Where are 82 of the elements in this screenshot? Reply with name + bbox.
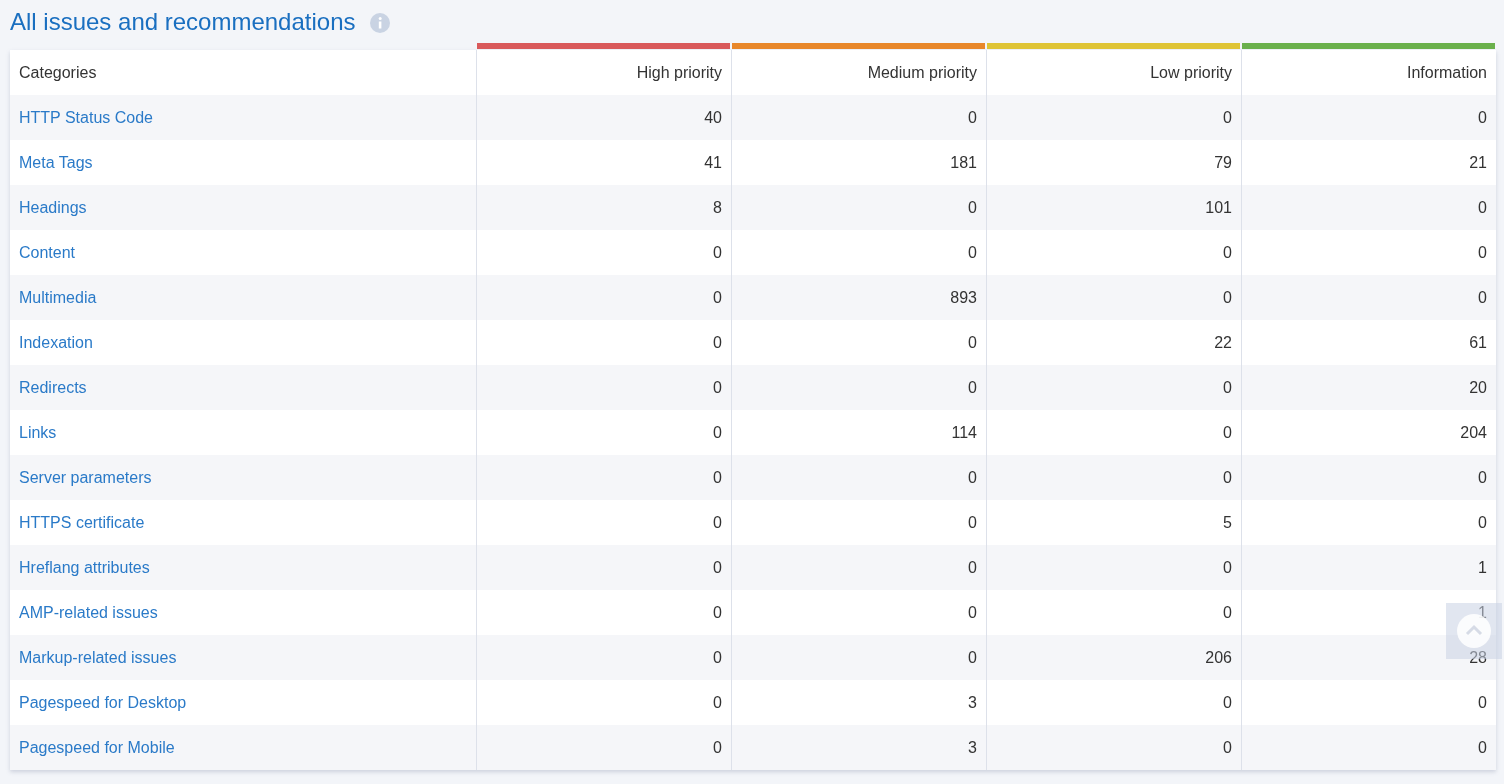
table-cell: 0: [1478, 738, 1487, 757]
table-cell: 0: [1478, 243, 1487, 262]
table-cell: 0: [968, 108, 977, 127]
table-cell: 0: [968, 243, 977, 262]
table-cell: 0: [1223, 243, 1232, 262]
table-cell: 0: [1223, 423, 1232, 442]
table-cell: 0: [1223, 288, 1232, 307]
table-cell: 0: [713, 738, 722, 757]
category-link[interactable]: Indexation: [19, 333, 93, 352]
info-icon[interactable]: [369, 12, 390, 33]
table-cell: 28: [1469, 648, 1487, 667]
table-cell: 0: [1223, 108, 1232, 127]
table-cell: 0: [1478, 468, 1487, 487]
category-link[interactable]: Headings: [19, 198, 87, 217]
table-cell: 0: [968, 468, 977, 487]
table-cell: 0: [713, 333, 722, 352]
table-cell: 0: [713, 513, 722, 532]
table-cell: 41: [704, 153, 722, 172]
table-cell: 0: [1223, 738, 1232, 757]
table-cell: 40: [704, 108, 722, 127]
table-cell: 0: [713, 693, 722, 712]
table-cell: 79: [1214, 153, 1232, 172]
table-cell: 0: [968, 603, 977, 622]
category-link[interactable]: HTTP Status Code: [19, 108, 153, 127]
table-cell: 0: [968, 513, 977, 532]
table-cell: 0: [713, 468, 722, 487]
category-link[interactable]: Meta Tags: [19, 153, 93, 172]
table-cell: 206: [1205, 648, 1232, 667]
table-cell: 1: [1478, 603, 1487, 622]
category-link[interactable]: Multimedia: [19, 288, 97, 307]
table-cell: 0: [1223, 603, 1232, 622]
column-header: Low priority: [1150, 63, 1232, 82]
table-cell: 0: [713, 603, 722, 622]
table-cell: 0: [968, 198, 977, 217]
table-cell: 0: [1223, 693, 1232, 712]
table-cell: 0: [713, 423, 722, 442]
table-cell: 0: [713, 243, 722, 262]
table-cell: 21: [1469, 153, 1487, 172]
table-cell: 3: [968, 693, 977, 712]
table-cell: 0: [713, 558, 722, 577]
table-cell: 0: [1478, 198, 1487, 217]
table-cell: 0: [713, 288, 722, 307]
table-cell: 1: [1478, 558, 1487, 577]
table-cell: 61: [1469, 333, 1487, 352]
table-cell: 3: [968, 738, 977, 757]
section-title: All issues and recommendations: [10, 7, 356, 36]
category-link[interactable]: Links: [19, 423, 57, 442]
table-cell: 181: [950, 153, 977, 172]
table-cell: 0: [1223, 378, 1232, 397]
category-link[interactable]: Redirects: [19, 378, 87, 397]
column-header: Categories: [19, 63, 97, 82]
category-link[interactable]: Markup-related issues: [19, 648, 177, 667]
table-cell: 0: [1478, 693, 1487, 712]
table-cell: 0: [1478, 513, 1487, 532]
table-cell: 22: [1214, 333, 1232, 352]
table-cell: 0: [713, 648, 722, 667]
table-cell: 0: [1223, 558, 1232, 577]
table-cell: 5: [1223, 513, 1232, 532]
category-link[interactable]: Pagespeed for Desktop: [19, 693, 187, 712]
table-cell: 0: [1478, 288, 1487, 307]
category-link[interactable]: Hreflang attributes: [19, 558, 150, 577]
category-link[interactable]: Pagespeed for Mobile: [19, 738, 175, 757]
table-cell: 893: [950, 288, 977, 307]
category-link[interactable]: HTTPS certificate: [19, 513, 145, 532]
table-cell: 101: [1205, 198, 1232, 217]
table-cell: 0: [968, 558, 977, 577]
column-header: Information: [1406, 63, 1487, 82]
table-cell: 0: [968, 378, 977, 397]
table-cell: 0: [713, 378, 722, 397]
category-link[interactable]: Content: [19, 243, 76, 262]
column-header: Medium priority: [867, 63, 977, 82]
category-link[interactable]: Server parameters: [19, 468, 152, 487]
table-cell: 0: [968, 333, 977, 352]
category-link[interactable]: AMP-related issues: [19, 603, 158, 622]
column-header: High priority: [636, 63, 722, 82]
table-cell: 0: [1478, 108, 1487, 127]
table-cell: 0: [1223, 468, 1232, 487]
table-cell: 0: [968, 648, 977, 667]
table-cell: 20: [1469, 378, 1487, 397]
table-cell: 204: [1460, 423, 1487, 442]
table-cell: 114: [951, 423, 977, 442]
table-cell: 8: [713, 198, 722, 217]
